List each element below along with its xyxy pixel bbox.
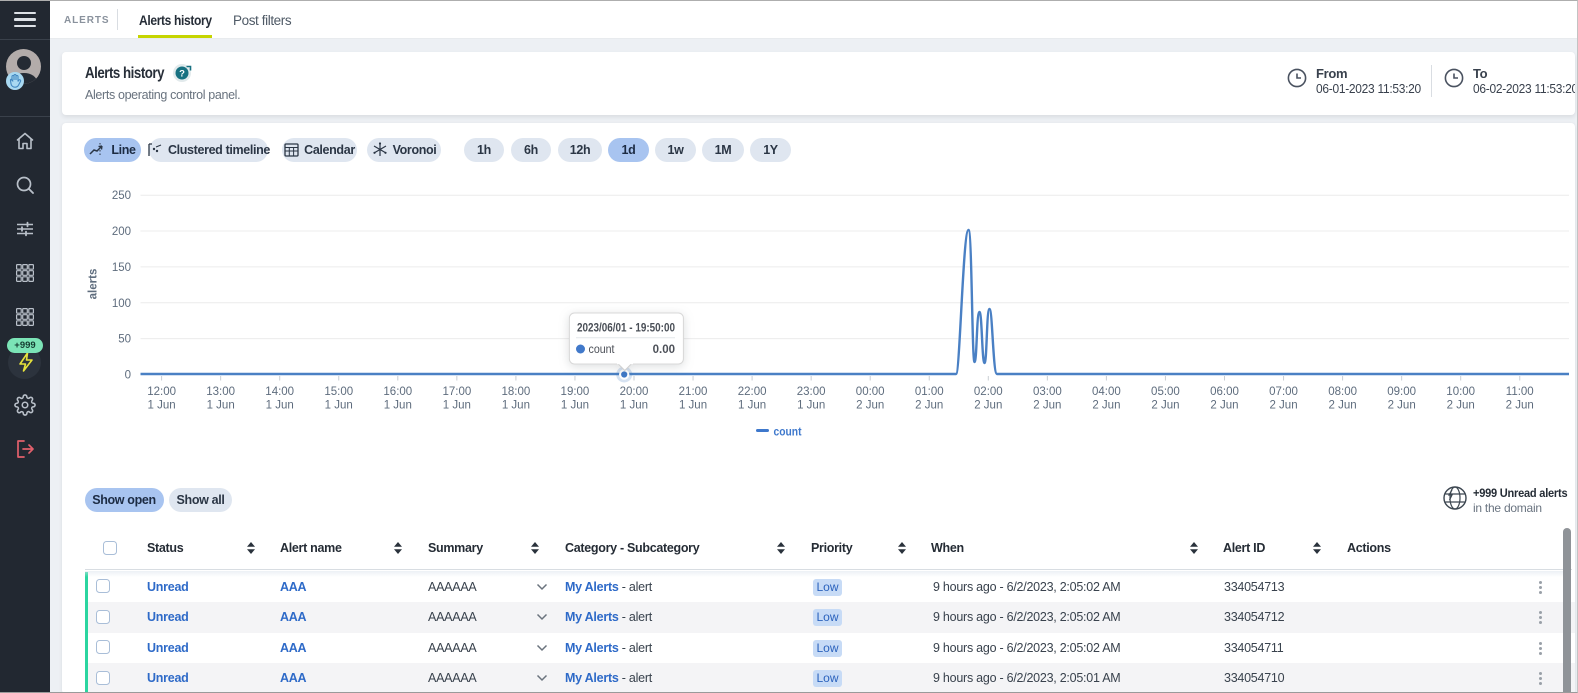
svg-text:50: 50 bbox=[118, 334, 131, 346]
svg-text:08:00: 08:00 bbox=[1328, 386, 1357, 398]
svg-text:1 Jun: 1 Jun bbox=[679, 400, 707, 412]
svg-text:10:00: 10:00 bbox=[1446, 386, 1475, 398]
svg-text:23:00: 23:00 bbox=[797, 386, 826, 398]
svg-text:17:00: 17:00 bbox=[442, 386, 471, 398]
svg-text:100: 100 bbox=[112, 298, 131, 310]
svg-text:00:00: 00:00 bbox=[856, 386, 885, 398]
svg-text:0: 0 bbox=[125, 370, 131, 382]
svg-text:2023/06/01 - 19:50:00: 2023/06/01 - 19:50:00 bbox=[577, 323, 675, 335]
svg-text:05:00: 05:00 bbox=[1151, 386, 1180, 398]
svg-text:2 Jun: 2 Jun bbox=[1329, 400, 1357, 412]
svg-text:19:00: 19:00 bbox=[561, 386, 590, 398]
svg-text:alerts: alerts bbox=[88, 269, 100, 300]
svg-text:2 Jun: 2 Jun bbox=[1151, 400, 1179, 412]
svg-text:2 Jun: 2 Jun bbox=[974, 400, 1002, 412]
svg-text:02:00: 02:00 bbox=[974, 386, 1003, 398]
svg-text:20:00: 20:00 bbox=[620, 386, 649, 398]
svg-text:1 Jun: 1 Jun bbox=[207, 400, 235, 412]
svg-text:count: count bbox=[774, 427, 802, 439]
svg-text:200: 200 bbox=[112, 226, 131, 238]
svg-text:11:00: 11:00 bbox=[1506, 386, 1534, 398]
svg-text:2 Jun: 2 Jun bbox=[1033, 400, 1061, 412]
svg-text:2 Jun: 2 Jun bbox=[1092, 400, 1120, 412]
svg-text:1 Jun: 1 Jun bbox=[620, 400, 648, 412]
svg-text:14:00: 14:00 bbox=[265, 386, 294, 398]
svg-text:1 Jun: 1 Jun bbox=[797, 400, 825, 412]
svg-text:1 Jun: 1 Jun bbox=[502, 400, 530, 412]
svg-text:1 Jun: 1 Jun bbox=[561, 400, 589, 412]
svg-text:18:00: 18:00 bbox=[502, 386, 531, 398]
svg-text:21:00: 21:00 bbox=[679, 386, 708, 398]
svg-text:250: 250 bbox=[112, 190, 131, 202]
svg-text:2 Jun: 2 Jun bbox=[1210, 400, 1238, 412]
svg-text:04:00: 04:00 bbox=[1092, 386, 1121, 398]
svg-text:09:00: 09:00 bbox=[1387, 386, 1416, 398]
svg-text:0.00: 0.00 bbox=[653, 344, 675, 356]
svg-text:2 Jun: 2 Jun bbox=[856, 400, 884, 412]
svg-text:07:00: 07:00 bbox=[1269, 386, 1298, 398]
svg-text:2 Jun: 2 Jun bbox=[1506, 400, 1534, 412]
svg-text:1 Jun: 1 Jun bbox=[266, 400, 294, 412]
svg-text:1 Jun: 1 Jun bbox=[738, 400, 766, 412]
svg-text:15:00: 15:00 bbox=[324, 386, 353, 398]
svg-text:2 Jun: 2 Jun bbox=[1388, 400, 1416, 412]
svg-text:1 Jun: 1 Jun bbox=[148, 400, 176, 412]
svg-text:2 Jun: 2 Jun bbox=[915, 400, 943, 412]
svg-text:1 Jun: 1 Jun bbox=[325, 400, 353, 412]
svg-text:1 Jun: 1 Jun bbox=[384, 400, 412, 412]
svg-text:03:00: 03:00 bbox=[1033, 386, 1062, 398]
svg-text:1 Jun: 1 Jun bbox=[443, 400, 471, 412]
svg-text:12:00: 12:00 bbox=[147, 386, 176, 398]
svg-text:count: count bbox=[589, 344, 616, 356]
svg-text:06:00: 06:00 bbox=[1210, 386, 1239, 398]
svg-text:22:00: 22:00 bbox=[738, 386, 767, 398]
svg-text:2 Jun: 2 Jun bbox=[1447, 400, 1475, 412]
svg-text:2 Jun: 2 Jun bbox=[1269, 400, 1297, 412]
svg-text:13:00: 13:00 bbox=[206, 386, 235, 398]
svg-text:16:00: 16:00 bbox=[383, 386, 412, 398]
svg-text:01:00: 01:00 bbox=[915, 386, 944, 398]
svg-text:150: 150 bbox=[112, 262, 131, 274]
